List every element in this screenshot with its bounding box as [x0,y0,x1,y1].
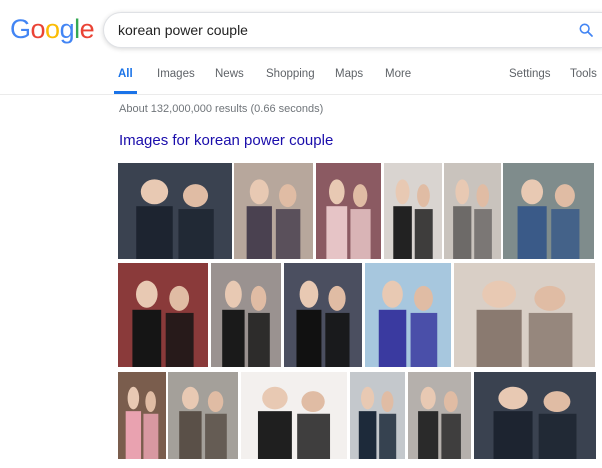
image-thumbnail[interactable] [365,263,451,367]
result-stats: About 132,000,000 results (0.66 seconds) [119,103,324,115]
tab-images[interactable]: Images [157,68,195,80]
image-thumbnail[interactable] [444,163,501,259]
image-thumbnail[interactable] [316,163,381,259]
tab-tools[interactable]: Tools [570,68,597,80]
logo-letter: o [45,14,60,44]
tab-shopping[interactable]: Shopping [266,68,315,80]
images-section-link[interactable]: Images for korean power couple [119,132,333,149]
image-thumbnail[interactable] [211,263,281,367]
image-thumbnail[interactable] [474,372,596,459]
image-thumbnail[interactable] [118,263,208,367]
search-box[interactable] [103,12,602,48]
search-input[interactable] [118,20,558,40]
tab-maps[interactable]: Maps [335,68,363,80]
search-icon[interactable] [578,22,594,38]
tab-news[interactable]: News [215,68,244,80]
logo-letter: G [10,14,31,44]
image-thumbnail[interactable] [118,372,166,459]
tab-settings[interactable]: Settings [509,68,551,80]
image-thumbnail[interactable] [384,163,442,259]
google-logo[interactable]: Google [10,14,95,45]
image-thumbnail[interactable] [118,163,232,259]
image-thumbnail[interactable] [284,263,362,367]
image-thumbnail[interactable] [234,163,313,259]
logo-letter: o [30,14,46,44]
image-thumbnail[interactable] [168,372,238,459]
tab-more[interactable]: More [385,68,411,80]
image-thumbnail[interactable] [241,372,347,459]
tab-all[interactable]: All [118,68,133,80]
image-thumbnail[interactable] [350,372,405,459]
search-tabs: All Images News Shopping Maps More Setti… [0,56,602,95]
logo-letter: e [79,14,95,44]
image-thumbnail[interactable] [503,163,594,259]
image-thumbnail[interactable] [454,263,595,367]
active-tab-indicator [114,91,137,94]
logo-letter: g [59,14,75,44]
image-thumbnail[interactable] [408,372,471,459]
